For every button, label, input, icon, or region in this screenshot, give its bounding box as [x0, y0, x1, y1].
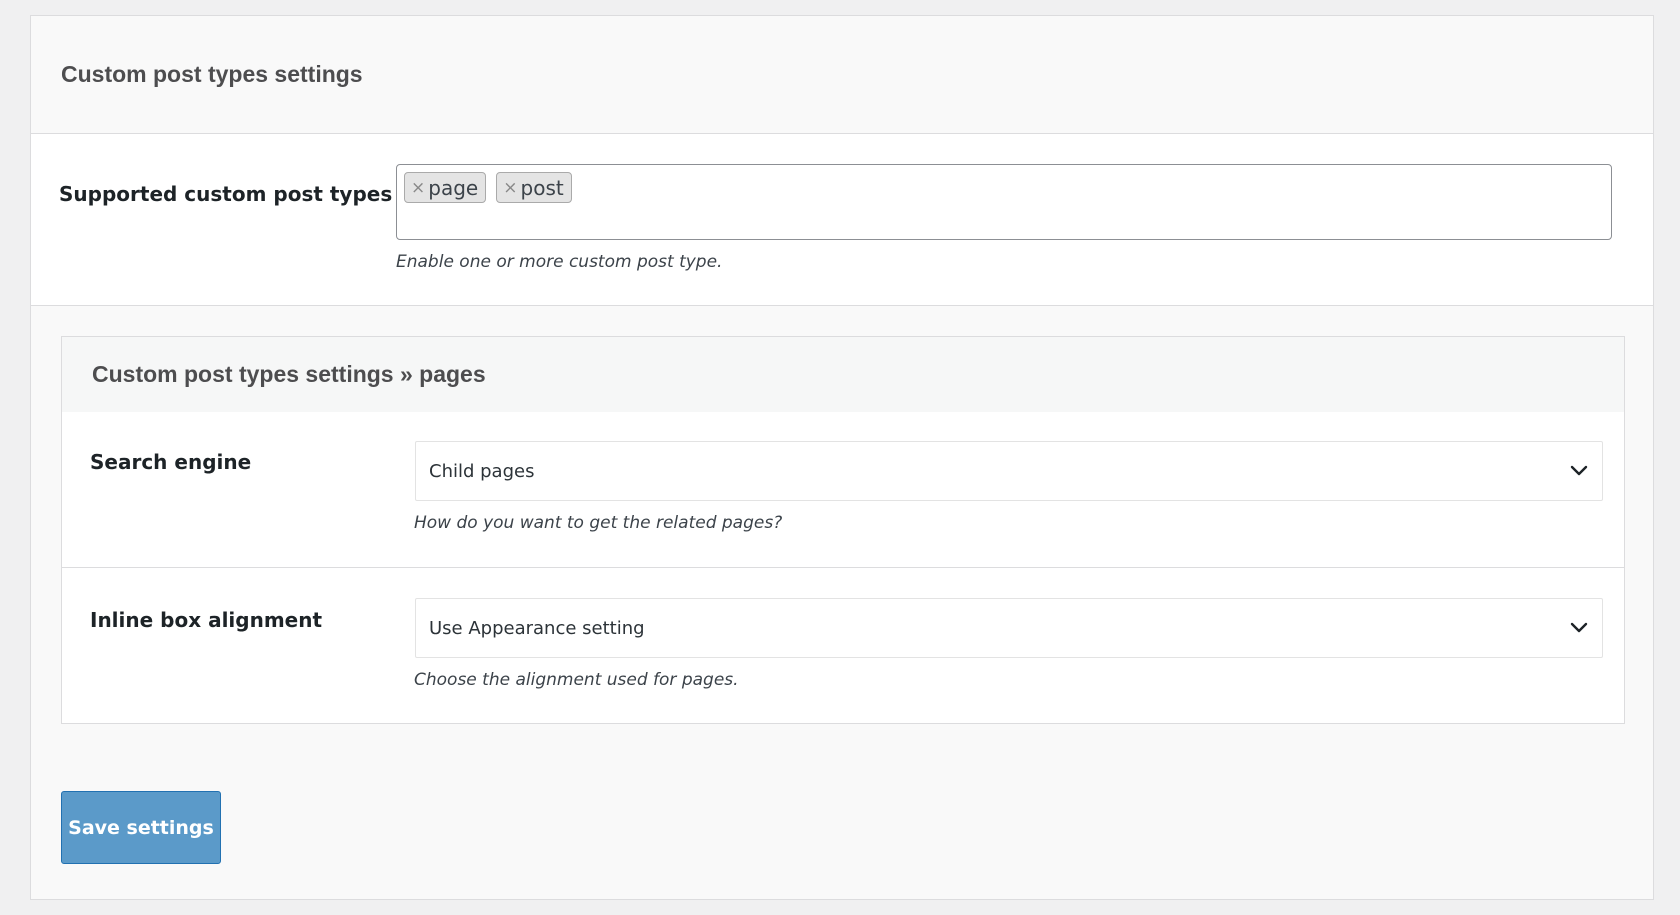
save-settings-button[interactable]: Save settings	[61, 791, 221, 864]
settings-footer: Save settings	[61, 791, 223, 866]
tag-label: page	[428, 175, 479, 200]
supported-post-types-label: Supported custom post types	[59, 182, 393, 206]
pages-section-title: Custom post types settings » pages	[92, 361, 486, 387]
search-engine-select[interactable]: Child pages	[415, 441, 1603, 501]
search-engine-label: Search engine	[90, 450, 252, 474]
page-title: Custom post types settings	[61, 61, 363, 87]
post-types-tag-input[interactable]: × page × post	[396, 164, 1612, 240]
tag-post: × post	[496, 172, 572, 203]
search-engine-row: Search engine Child pages How do you wan…	[62, 412, 1624, 568]
inline-box-alignment-help: Choose the alignment used for pages.	[414, 670, 739, 690]
search-engine-help: How do you want to get the related pages…	[414, 513, 783, 533]
supported-post-types-row: Supported custom post types × page × pos…	[31, 134, 1653, 306]
pages-section-header: Custom post types settings » pages	[62, 337, 1624, 412]
settings-panel: Custom post types settings Supported cus…	[30, 15, 1654, 900]
chevron-down-icon	[1570, 465, 1588, 476]
tag-page: × page	[404, 172, 487, 203]
inline-box-alignment-selected-value: Use Appearance setting	[429, 617, 645, 639]
inline-box-alignment-row: Inline box alignment Use Appearance sett…	[62, 568, 1624, 724]
chevron-down-icon	[1570, 622, 1588, 633]
inline-box-alignment-label: Inline box alignment	[90, 608, 323, 632]
remove-tag-post-icon[interactable]: ×	[503, 178, 517, 198]
pages-settings-section: Custom post types settings » pages Searc…	[61, 336, 1625, 724]
tag-label: post	[520, 175, 564, 200]
panel-header: Custom post types settings	[31, 16, 1653, 134]
supported-post-types-help: Enable one or more custom post type.	[396, 252, 723, 272]
remove-tag-page-icon[interactable]: ×	[411, 178, 425, 198]
search-engine-selected-value: Child pages	[429, 460, 535, 482]
inline-box-alignment-select[interactable]: Use Appearance setting	[415, 598, 1603, 658]
